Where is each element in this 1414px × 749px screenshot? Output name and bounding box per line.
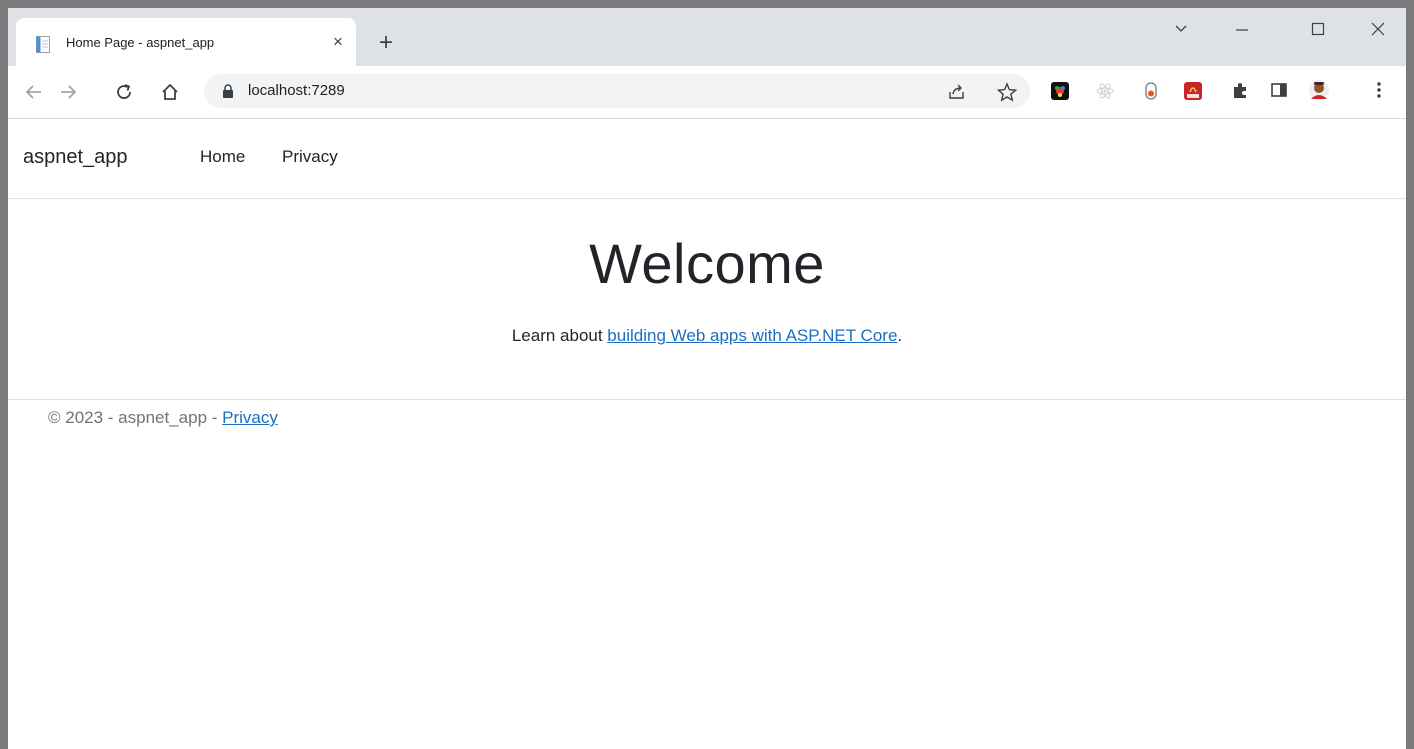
footer-privacy-link[interactable]: Privacy bbox=[222, 408, 278, 427]
bookmark-star-icon[interactable] bbox=[996, 81, 1018, 103]
kebab-menu-icon[interactable] bbox=[1368, 79, 1390, 101]
close-window-icon[interactable] bbox=[1358, 16, 1398, 46]
footer-copyright: © 2023 - aspnet_app - bbox=[48, 408, 223, 427]
maximize-icon[interactable] bbox=[1298, 16, 1338, 46]
site-navbar: aspnet_app Home Privacy bbox=[8, 119, 1406, 199]
docs-link[interactable]: building Web apps with ASP.NET Core bbox=[607, 326, 897, 345]
browser-window: Home Page - aspnet_app × + localhost:728… bbox=[8, 8, 1406, 749]
navbar-brand[interactable]: aspnet_app bbox=[23, 146, 128, 169]
address-bar[interactable]: localhost:7289 bbox=[204, 74, 1030, 108]
minimize-icon[interactable] bbox=[1222, 16, 1262, 46]
back-arrow-icon[interactable] bbox=[20, 78, 48, 106]
jolly-extension-icon[interactable] bbox=[1051, 82, 1069, 100]
nav-link-privacy[interactable]: Privacy bbox=[282, 147, 338, 167]
toggle-extension-icon[interactable] bbox=[1142, 82, 1160, 100]
reload-icon[interactable] bbox=[110, 78, 138, 106]
forward-arrow-icon[interactable] bbox=[54, 78, 82, 106]
tab-strip: Home Page - aspnet_app × + bbox=[8, 8, 1406, 66]
page-favicon-icon bbox=[36, 36, 50, 53]
side-panel-icon[interactable] bbox=[1268, 79, 1290, 101]
intro-prefix: Learn about bbox=[511, 326, 608, 345]
react-devtools-icon[interactable] bbox=[1096, 82, 1114, 100]
url-text[interactable]: localhost:7289 bbox=[248, 82, 345, 99]
site-footer: © 2023 - aspnet_app - Privacy bbox=[48, 408, 278, 428]
intro-suffix: . bbox=[897, 326, 903, 345]
tab-home-page[interactable]: Home Page - aspnet_app × bbox=[16, 18, 356, 66]
tab-search-chevron-icon[interactable] bbox=[1161, 16, 1201, 46]
footer-divider bbox=[8, 399, 1406, 400]
nav-link-home[interactable]: Home bbox=[200, 147, 245, 167]
intro-paragraph: Learn about building Web apps with ASP.N… bbox=[8, 326, 1406, 346]
tab-title: Home Page - aspnet_app bbox=[66, 35, 215, 50]
browser-toolbar: localhost:7289 bbox=[8, 66, 1406, 119]
puzzle-icon[interactable] bbox=[1229, 79, 1251, 101]
profile-avatar-icon[interactable] bbox=[1308, 79, 1330, 101]
pdf-extension-icon[interactable] bbox=[1184, 82, 1202, 100]
page-content: aspnet_app Home Privacy Welcome Learn ab… bbox=[8, 119, 1406, 749]
page-title: Welcome bbox=[589, 232, 825, 295]
home-icon[interactable] bbox=[156, 78, 184, 106]
share-icon[interactable] bbox=[946, 81, 968, 103]
lock-icon[interactable] bbox=[222, 84, 234, 103]
tab-close-icon[interactable]: × bbox=[328, 32, 348, 52]
new-tab-button[interactable]: + bbox=[372, 29, 400, 57]
